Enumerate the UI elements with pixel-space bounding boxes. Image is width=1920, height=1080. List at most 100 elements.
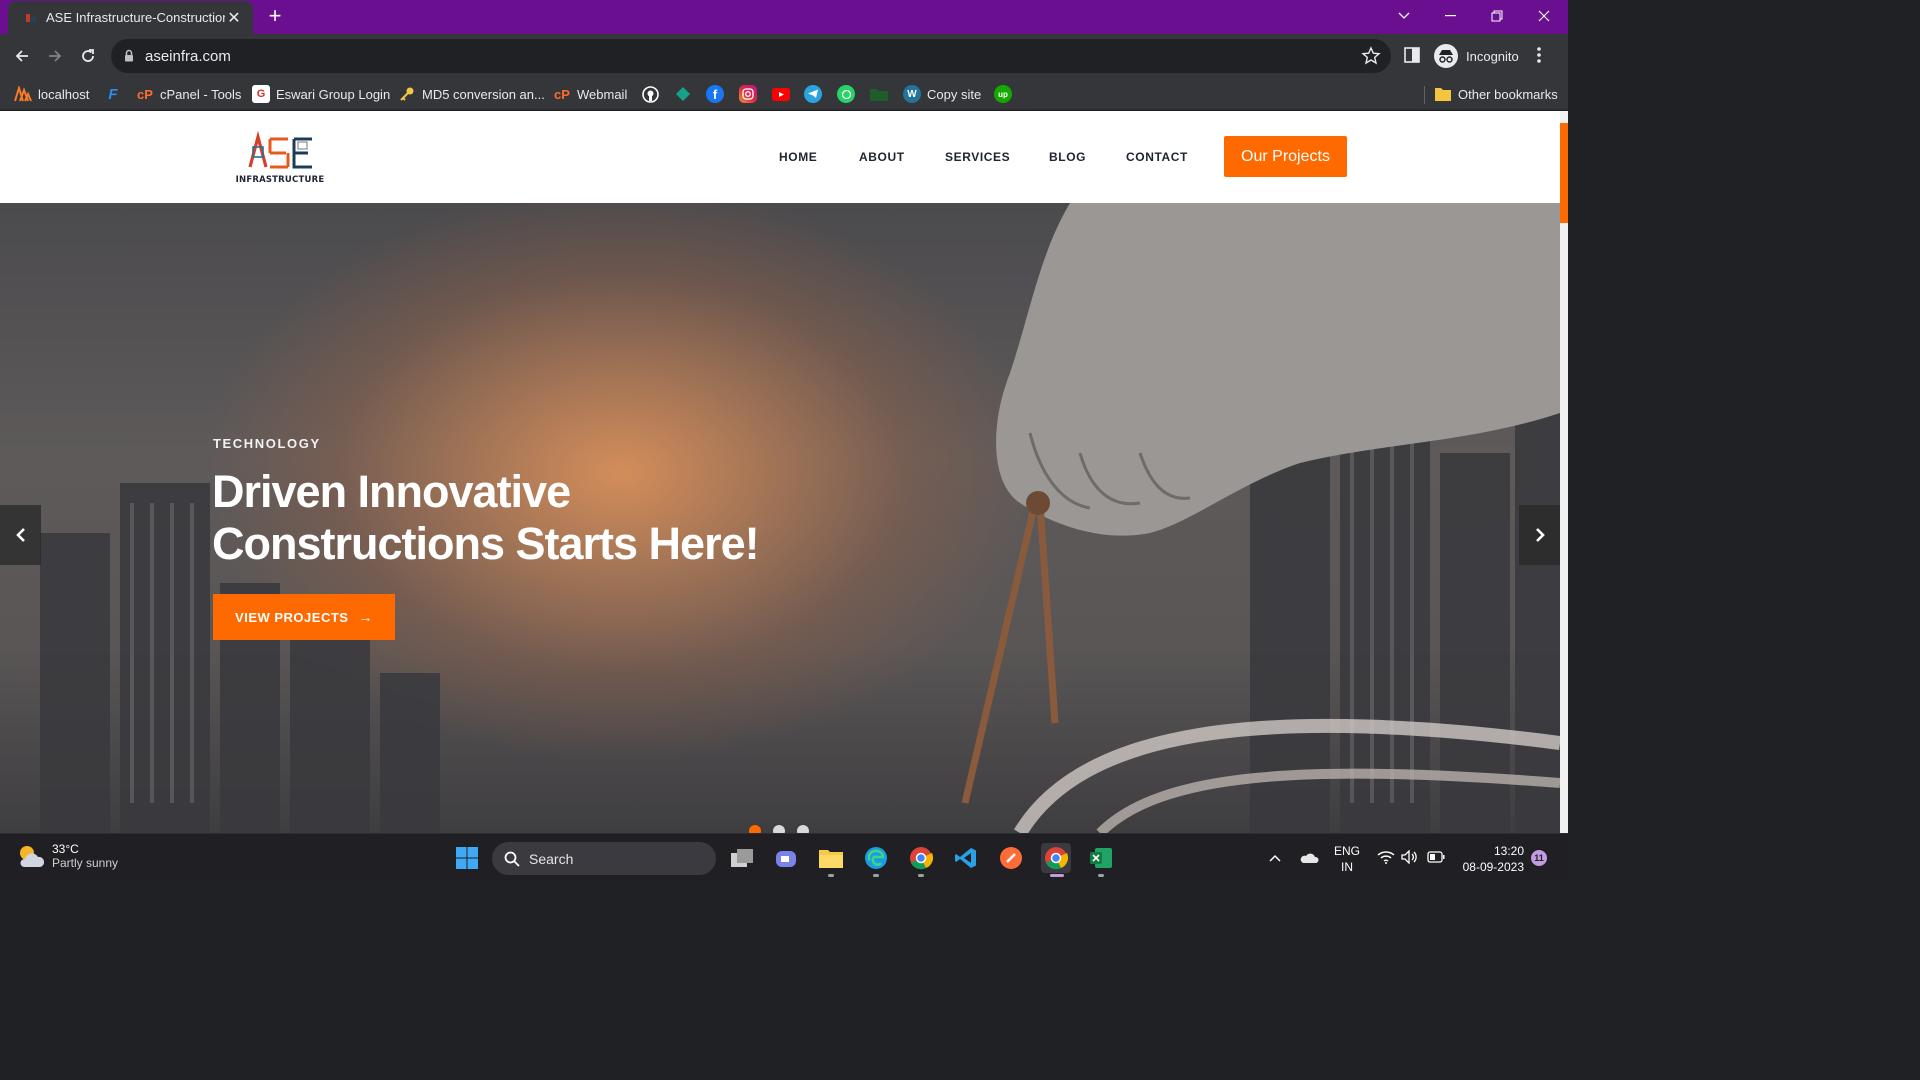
slider-dot-2[interactable] bbox=[773, 825, 785, 833]
reload-icon[interactable] bbox=[74, 42, 102, 70]
browser-toolbar: aseinfra.com Incognito bbox=[0, 34, 1568, 78]
kebab-menu-icon[interactable] bbox=[1536, 46, 1556, 68]
taskbar-search[interactable]: Search bbox=[492, 842, 716, 875]
cpanel-icon: cP bbox=[554, 86, 570, 102]
bookmark-github[interactable] bbox=[641, 83, 659, 105]
back-icon[interactable] bbox=[8, 42, 36, 70]
site-header: INFRASTRUCTURE HOME ABOUT SERVICES BLOG … bbox=[0, 111, 1560, 203]
weather-temp: 33°C bbox=[52, 842, 79, 856]
weather-condition: Partly sunny bbox=[52, 856, 119, 870]
nav-services[interactable]: SERVICES bbox=[945, 150, 1010, 164]
close-window-icon[interactable] bbox=[1521, 0, 1567, 32]
partly-sunny-icon bbox=[20, 846, 44, 867]
bookmark-youtube[interactable] bbox=[772, 83, 790, 105]
weather-widget[interactable]: 33°C Partly sunny bbox=[16, 842, 118, 870]
hero-slider: TECHNOLOGY Driven Innovative Constructio… bbox=[0, 203, 1560, 833]
slider-next-icon[interactable] bbox=[1519, 505, 1560, 565]
url-text: aseinfra.com bbox=[145, 48, 231, 65]
forward-icon[interactable] bbox=[41, 42, 69, 70]
slider-dot-3[interactable] bbox=[797, 825, 809, 833]
site-favicon-icon bbox=[24, 11, 38, 25]
search-icon bbox=[504, 851, 520, 867]
search-label: Search bbox=[529, 850, 574, 867]
bookmark-separator bbox=[1424, 86, 1425, 104]
side-panel-icon[interactable] bbox=[1404, 47, 1422, 65]
vscode-icon[interactable] bbox=[951, 843, 981, 873]
hero-title-line2: Constructions Starts Here! bbox=[212, 518, 760, 569]
language-indicator[interactable]: ENG IN bbox=[1334, 843, 1360, 875]
instagram-icon bbox=[739, 85, 757, 103]
bookmark-copy-site[interactable]: W Copy site bbox=[903, 83, 981, 105]
bookmark-folder-green[interactable] bbox=[870, 83, 888, 105]
bookmark-figma[interactable]: F bbox=[104, 83, 122, 105]
volume-icon[interactable] bbox=[1401, 849, 1419, 869]
view-projects-button[interactable]: VIEW PROJECTS → bbox=[213, 594, 395, 640]
bookmark-md5[interactable]: MD5 conversion an... bbox=[398, 83, 545, 105]
wifi-icon[interactable] bbox=[1377, 850, 1395, 869]
bookmark-star-icon[interactable] bbox=[1361, 46, 1381, 66]
address-bar[interactable]: aseinfra.com bbox=[111, 39, 1391, 73]
eswari-icon: G bbox=[252, 85, 270, 103]
bookmark-telegram[interactable] bbox=[804, 83, 822, 105]
windows-taskbar: 33°C Partly sunny Search ENG IN 13:20 08… bbox=[0, 833, 1568, 882]
minimize-icon[interactable] bbox=[1428, 0, 1474, 32]
bookmark-diamond[interactable] bbox=[674, 83, 692, 105]
new-tab-button[interactable]: + bbox=[262, 4, 288, 30]
browser-tab-strip: ASE Infrastructure-Construction C ✕ + bbox=[0, 0, 1568, 34]
github-icon bbox=[641, 85, 659, 103]
nav-contact[interactable]: CONTACT bbox=[1126, 150, 1188, 164]
figma-f-icon: F bbox=[108, 85, 118, 103]
ase-logo-mark bbox=[248, 130, 312, 169]
page-scrollbar[interactable] bbox=[1560, 111, 1568, 833]
nav-blog[interactable]: BLOG bbox=[1049, 150, 1086, 164]
bookmarks-bar: localhost F cP cPanel - Tools G Eswari G… bbox=[0, 78, 1568, 110]
battery-icon[interactable] bbox=[1427, 850, 1445, 868]
upwork-icon: up bbox=[994, 85, 1012, 103]
nav-home[interactable]: HOME bbox=[779, 150, 817, 164]
chrome-incognito-icon[interactable] bbox=[1041, 843, 1071, 873]
chrome-icon[interactable] bbox=[906, 843, 936, 873]
tray-overflow-chevron-icon[interactable] bbox=[1268, 850, 1282, 868]
windows-start-icon[interactable] bbox=[452, 843, 482, 873]
bookmark-localhost[interactable]: localhost bbox=[14, 83, 89, 105]
edge-icon[interactable] bbox=[861, 843, 891, 873]
wordpress-icon: W bbox=[903, 85, 921, 103]
nav-about[interactable]: ABOUT bbox=[859, 150, 905, 164]
task-view-icon[interactable] bbox=[727, 843, 757, 873]
facebook-icon: f bbox=[706, 85, 724, 103]
site-logo[interactable]: INFRASTRUCTURE bbox=[232, 129, 328, 187]
restore-icon[interactable] bbox=[1474, 0, 1520, 32]
slider-dot-1[interactable] bbox=[749, 825, 761, 833]
telegram-icon bbox=[804, 85, 822, 103]
other-bookmarks[interactable]: Other bookmarks bbox=[1434, 83, 1558, 105]
scrollbar-thumb[interactable] bbox=[1560, 123, 1568, 223]
our-projects-button[interactable]: Our Projects bbox=[1224, 136, 1347, 177]
teams-chat-icon[interactable] bbox=[771, 843, 801, 873]
slider-prev-icon[interactable] bbox=[0, 505, 41, 565]
onedrive-cloud-icon[interactable] bbox=[1299, 851, 1319, 869]
bookmark-webmail[interactable]: cP Webmail bbox=[553, 83, 627, 105]
tab-search-icon[interactable] bbox=[1381, 0, 1427, 32]
bookmark-eswari[interactable]: G Eswari Group Login bbox=[252, 83, 390, 105]
file-explorer-icon[interactable] bbox=[816, 843, 846, 873]
tab-close-icon[interactable]: ✕ bbox=[225, 8, 243, 28]
postman-icon[interactable] bbox=[996, 843, 1026, 873]
bookmark-upwork[interactable]: up bbox=[994, 83, 1012, 105]
view-projects-label: VIEW PROJECTS bbox=[235, 609, 349, 625]
bookmark-instagram[interactable] bbox=[739, 83, 757, 105]
hero-title: Driven Innovative Constructions Starts H… bbox=[212, 466, 852, 570]
youtube-icon bbox=[772, 85, 790, 103]
tab-title: ASE Infrastructure-Construction C bbox=[46, 10, 225, 25]
excel-icon[interactable] bbox=[1086, 843, 1116, 873]
bookmark-facebook[interactable]: f bbox=[706, 83, 724, 105]
whatsapp-icon bbox=[837, 85, 855, 103]
browser-tab-active[interactable]: ASE Infrastructure-Construction C ✕ bbox=[8, 1, 253, 34]
diamond-icon bbox=[674, 85, 692, 103]
hero-tag: TECHNOLOGY bbox=[213, 436, 321, 451]
bookmark-cpanel[interactable]: cP cPanel - Tools bbox=[136, 83, 241, 105]
notification-badge[interactable]: 11 bbox=[1531, 850, 1547, 866]
incognito-profile-button[interactable]: Incognito bbox=[1432, 41, 1531, 71]
taskbar-clock[interactable]: 13:20 08-09-2023 bbox=[1456, 843, 1524, 875]
bookmark-whatsapp[interactable] bbox=[837, 83, 855, 105]
xampp-icon bbox=[14, 85, 32, 103]
